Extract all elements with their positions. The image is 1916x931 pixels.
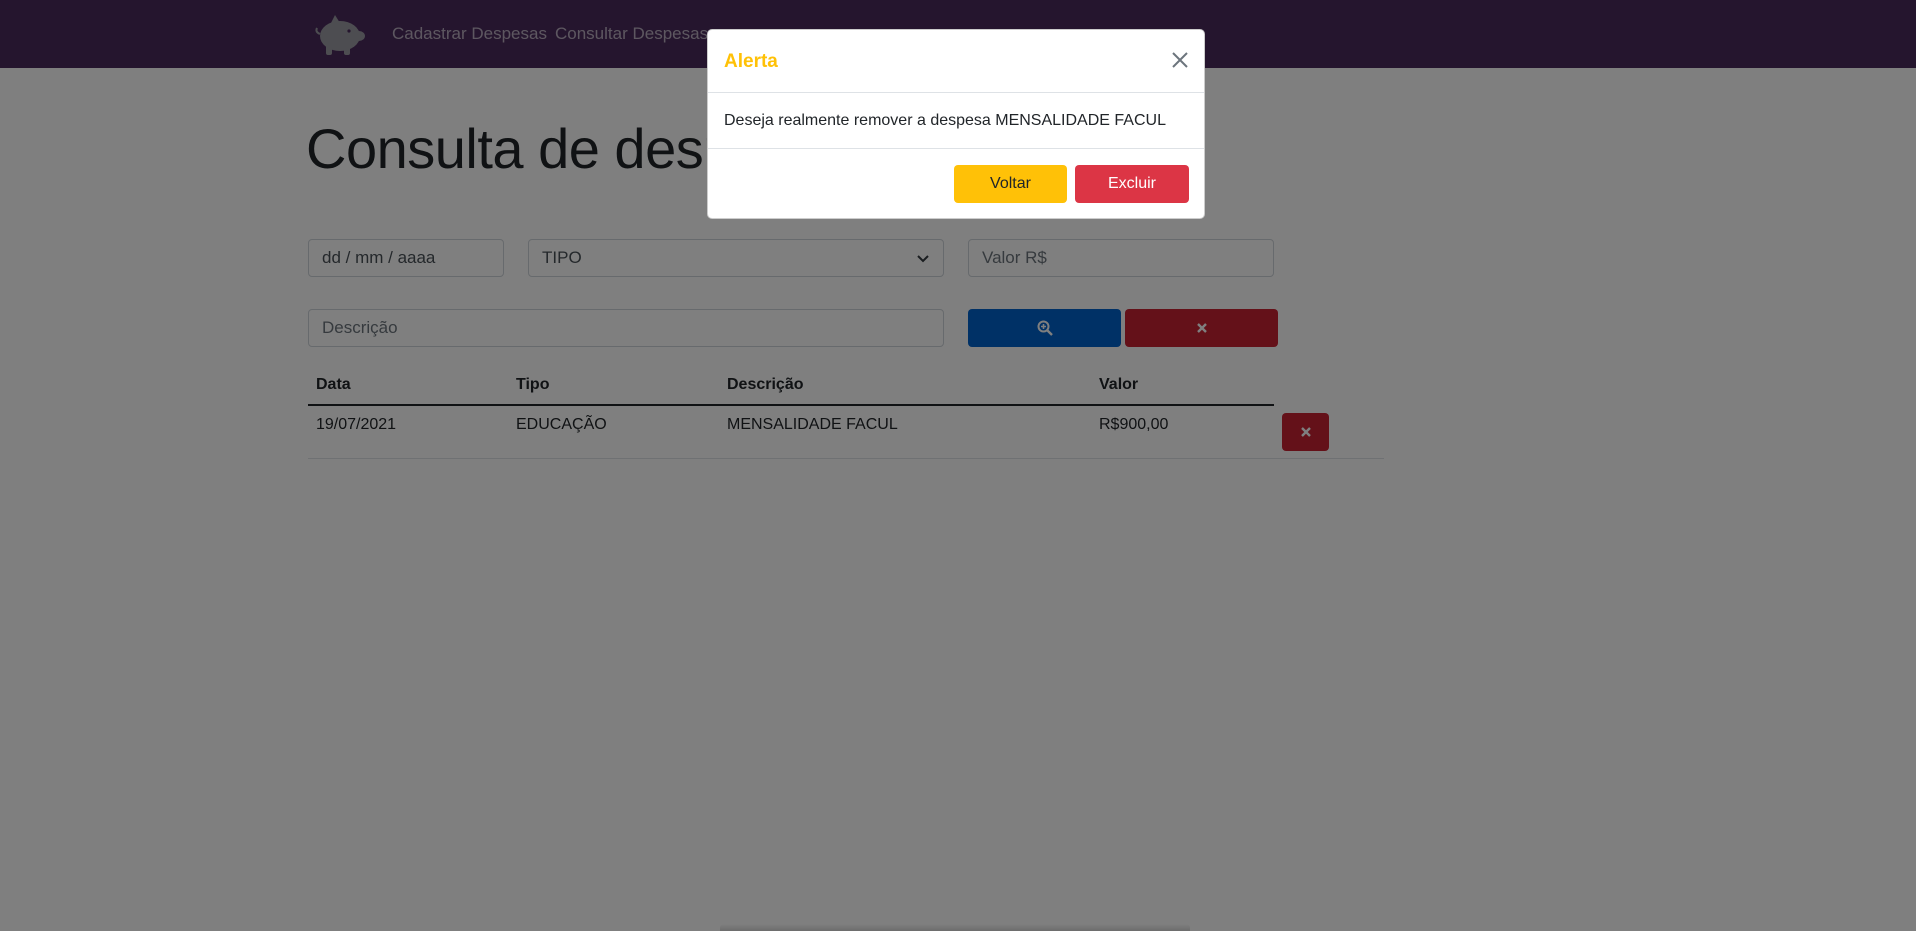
modal-title: Alerta (724, 51, 778, 72)
modal-message: Deseja realmente remover a despesa MENSA… (724, 112, 1166, 129)
alert-modal: Alerta Deseja realmente remover a despes… (707, 29, 1205, 219)
modal-footer-divider (708, 148, 1204, 149)
excluir-button[interactable]: Excluir (1075, 165, 1189, 203)
modal-header: Alerta (708, 30, 1204, 93)
bottom-shadow (720, 924, 1190, 931)
voltar-button[interactable]: Voltar (954, 165, 1067, 203)
close-icon[interactable] (1170, 50, 1190, 70)
